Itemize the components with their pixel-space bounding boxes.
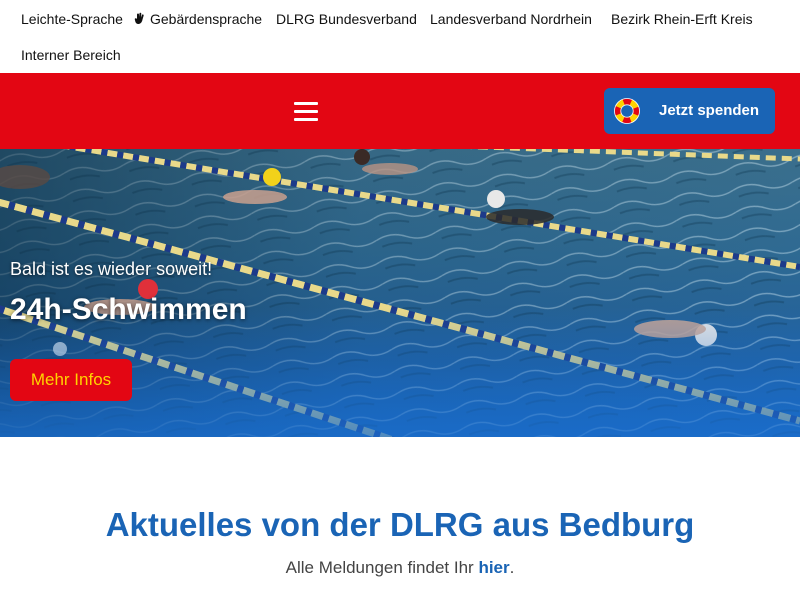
main-header: Jetzt spenden (0, 73, 800, 149)
topnav-link-dlrg-bundesverband[interactable]: DLRG Bundesverband (276, 10, 417, 28)
top-link-bar: Leichte-Sprache Gebärdensprache DLRG Bun… (0, 0, 800, 73)
hero-eyebrow: Bald ist es wieder soweit! (10, 259, 213, 279)
topnav-link-interner-bereich[interactable]: Interner Bereich (21, 46, 121, 64)
news-subtitle-suffix: . (509, 558, 515, 577)
hero-title: 24h-Schwimmen (10, 293, 247, 326)
news-section-title: Aktuelles von der DLRG aus Bedburg (105, 506, 695, 543)
topnav-label-gebaerdensprache: Gebärdensprache (150, 11, 263, 27)
menu-bar (294, 118, 318, 121)
menu-bar (294, 110, 318, 113)
topnav-link-landesverband-nordrhein[interactable]: Landesverband Nordrhein (430, 10, 592, 28)
sign-language-hand-icon (134, 12, 144, 25)
news-archive-link[interactable]: hier (478, 558, 509, 577)
topnav-link-bezirk-rhein-erft-kreis[interactable]: Bezirk Rhein-Erft Kreis (611, 10, 753, 28)
donate-button[interactable]: Jetzt spenden (604, 88, 775, 134)
hero-banner: Bald ist es wieder soweit! 24h-Schwimmen… (0, 149, 800, 437)
more-info-button[interactable]: Mehr Infos (10, 359, 132, 401)
topnav-link-gebaerdensprache[interactable]: Gebärdensprache (134, 10, 262, 28)
news-subtitle-text: Alle Meldungen findet Ihr (285, 558, 474, 577)
donate-label: Jetzt spenden (659, 102, 760, 119)
topnav-link-leichte-sprache[interactable]: Leichte-Sprache (21, 10, 123, 28)
news-section-subtitle: Alle Meldungen findet Ihr hier. (0, 558, 800, 578)
menu-bar (294, 102, 318, 105)
lifebuoy-icon (614, 98, 640, 124)
hamburger-menu-icon[interactable] (292, 99, 320, 123)
